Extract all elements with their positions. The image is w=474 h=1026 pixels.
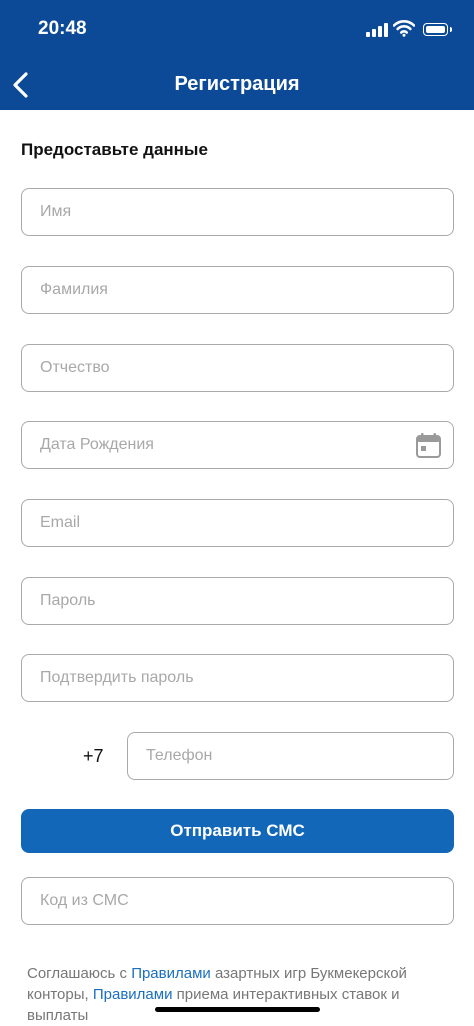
rules-link-2[interactable]: Правилами xyxy=(93,986,173,1003)
calendar-icon[interactable] xyxy=(415,432,442,459)
middle-name-field[interactable] xyxy=(21,344,454,392)
confirm-password-field[interactable] xyxy=(21,654,454,702)
phone-field[interactable] xyxy=(127,732,454,780)
rules-link-1[interactable]: Правилами xyxy=(131,965,211,982)
page-title: Регистрация xyxy=(174,73,300,95)
birthdate-field[interactable] xyxy=(21,421,454,469)
wifi-icon xyxy=(393,20,415,37)
section-title: Предоставьте данные xyxy=(21,140,208,159)
phone-prefix: +7 xyxy=(83,746,104,766)
home-indicator xyxy=(155,1007,320,1012)
agreement-text: Соглашаюсь с Правилами азартных игр Букм… xyxy=(27,963,427,1026)
sms-code-field[interactable] xyxy=(21,877,454,925)
nav-bar: Регистрация xyxy=(0,60,474,110)
signal-icon xyxy=(366,23,388,37)
send-sms-button[interactable]: Отправить СМС xyxy=(21,809,454,853)
status-time: 20:48 xyxy=(38,18,87,39)
battery-icon xyxy=(423,23,452,36)
first-name-field[interactable] xyxy=(21,188,454,236)
last-name-field[interactable] xyxy=(21,266,454,314)
status-bar: 20:48 xyxy=(0,0,474,60)
password-field[interactable] xyxy=(21,577,454,625)
email-field[interactable] xyxy=(21,499,454,547)
agreement-text-1: Соглашаюсь с xyxy=(27,965,132,982)
